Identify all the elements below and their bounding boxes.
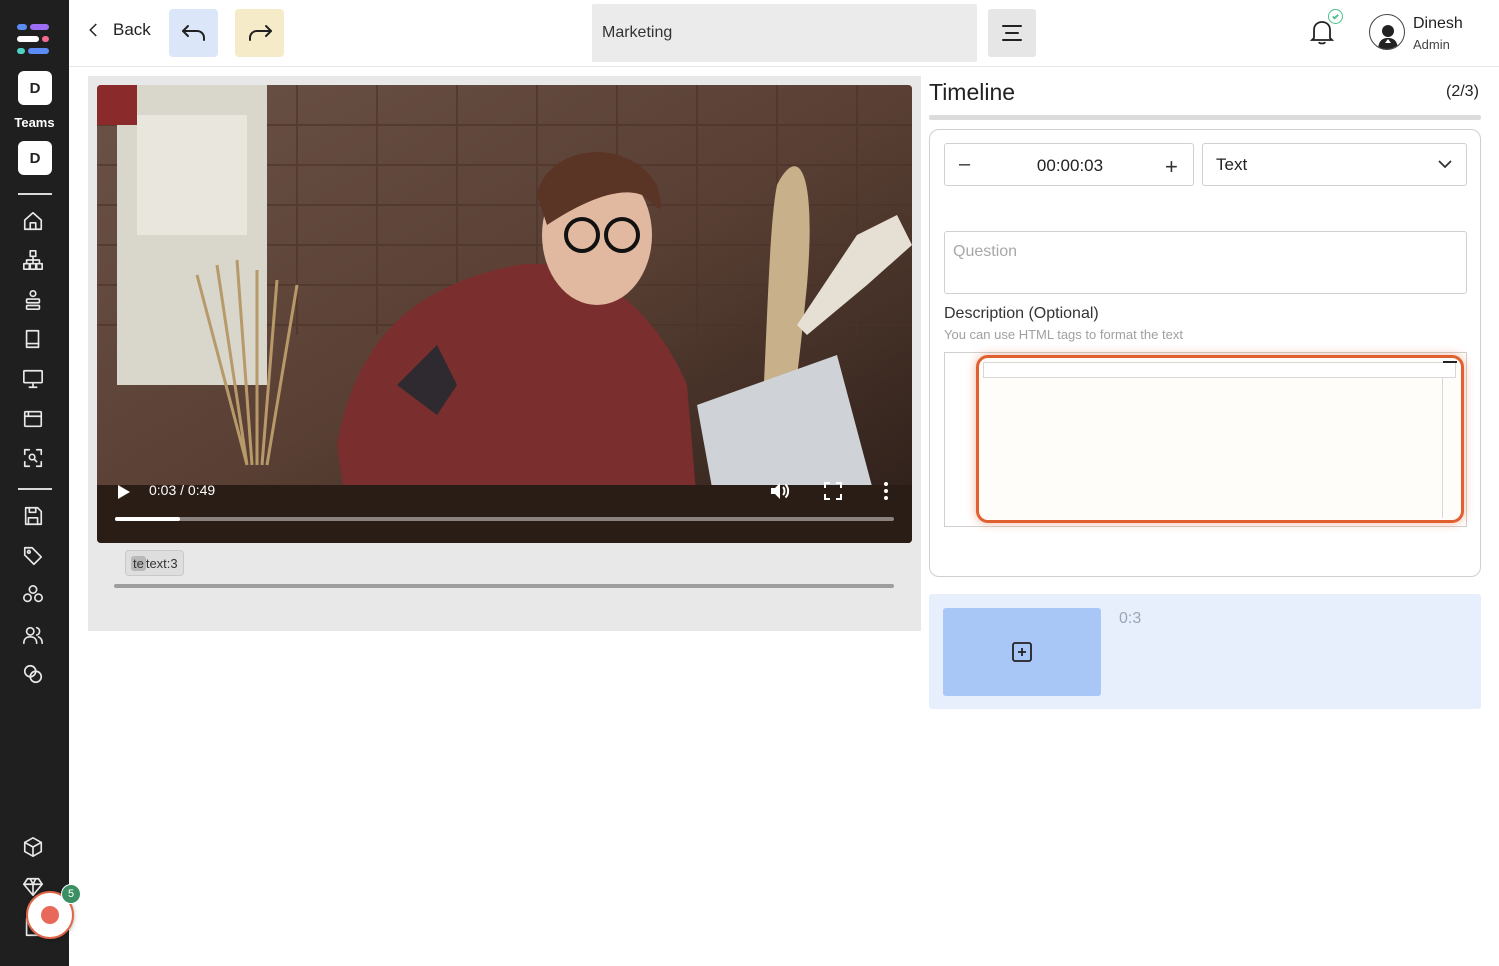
- timeline-title: Timeline: [929, 79, 1016, 105]
- save-icon[interactable]: [22, 505, 44, 527]
- record-count-badge: 5: [61, 884, 81, 904]
- menu-icon: [1002, 25, 1022, 41]
- sidebar-divider: [18, 193, 52, 195]
- top-bar: Back Marketing Dinesh Admin: [69, 0, 1499, 67]
- undo-button[interactable]: [169, 9, 218, 57]
- type-select-value: Text: [1216, 154, 1248, 174]
- description-editor[interactable]: [976, 355, 1464, 523]
- users-icon[interactable]: [22, 624, 44, 646]
- team-avatar[interactable]: D: [18, 141, 52, 175]
- minimize-icon[interactable]: [1443, 361, 1457, 363]
- cubes-icon[interactable]: [22, 584, 44, 606]
- record-icon: [41, 906, 59, 924]
- timeline-track[interactable]: [114, 584, 894, 588]
- check-circle-icon: [1328, 9, 1343, 24]
- undo-icon: [181, 25, 205, 41]
- plus-square-icon: [1012, 642, 1032, 662]
- type-select[interactable]: Text: [1202, 143, 1467, 186]
- video-progress-bar[interactable]: [115, 517, 894, 521]
- workspace-avatar[interactable]: D: [18, 71, 52, 105]
- video-time: 0:03 / 0:49: [149, 482, 216, 498]
- chevron-left-icon: [89, 23, 97, 37]
- menu-button[interactable]: [988, 9, 1036, 57]
- marker-label: text:3: [145, 555, 178, 571]
- book-icon[interactable]: [22, 328, 44, 350]
- timeline-marker[interactable]: te text:3: [125, 550, 184, 576]
- play-icon[interactable]: [117, 484, 131, 500]
- redo-button[interactable]: [235, 9, 284, 57]
- teams-label: Teams: [14, 115, 55, 130]
- time-value[interactable]: 00:00:03: [945, 156, 1195, 176]
- app-logo[interactable]: [17, 24, 49, 54]
- project-title-input[interactable]: Marketing: [592, 4, 977, 62]
- video-controls: 0:03 / 0:49: [97, 470, 912, 543]
- user-name: Dinesh: [1413, 15, 1463, 32]
- sidebar: D Teams D: [0, 0, 69, 966]
- editor-scrollbar[interactable]: [1442, 378, 1443, 518]
- fullscreen-icon[interactable]: [824, 482, 842, 500]
- time-stepper[interactable]: – 00:00:03 +: [944, 143, 1194, 186]
- user-avatar[interactable]: [1369, 14, 1405, 50]
- sidebar-divider: [18, 488, 52, 490]
- coins-icon[interactable]: [22, 663, 44, 685]
- tag-icon[interactable]: [22, 545, 44, 567]
- scan-icon[interactable]: [22, 447, 44, 469]
- redo-icon: [248, 25, 272, 41]
- back-button[interactable]: Back: [85, 20, 151, 40]
- description-hint: You can use HTML tags to format the text: [944, 327, 1183, 342]
- package-icon[interactable]: [22, 836, 44, 858]
- video-player[interactable]: 0:03 / 0:49: [97, 85, 912, 543]
- more-vertical-icon[interactable]: [883, 481, 889, 501]
- editor-toolbar: [983, 362, 1456, 378]
- org-chart-icon[interactable]: [22, 249, 44, 271]
- timeline-item-time: 0:3: [1119, 610, 1142, 627]
- user-role: Admin: [1413, 37, 1450, 52]
- monitor-icon[interactable]: [22, 368, 44, 390]
- add-item-button[interactable]: [943, 608, 1101, 696]
- home-icon[interactable]: [22, 210, 44, 232]
- stack-icon[interactable]: [22, 289, 44, 311]
- video-progress-fill: [115, 517, 180, 521]
- timeline-count: (2/3): [1446, 83, 1479, 100]
- description-label: Description (Optional): [944, 305, 1099, 322]
- question-input[interactable]: [944, 231, 1467, 294]
- back-label: Back: [113, 20, 151, 39]
- chevron-down-icon: [1438, 160, 1452, 169]
- timeline-divider: [929, 115, 1481, 120]
- volume-icon[interactable]: [769, 481, 791, 501]
- marker-lead: te: [131, 555, 146, 571]
- browser-window-icon[interactable]: [22, 408, 44, 430]
- increment-button[interactable]: +: [1165, 154, 1178, 180]
